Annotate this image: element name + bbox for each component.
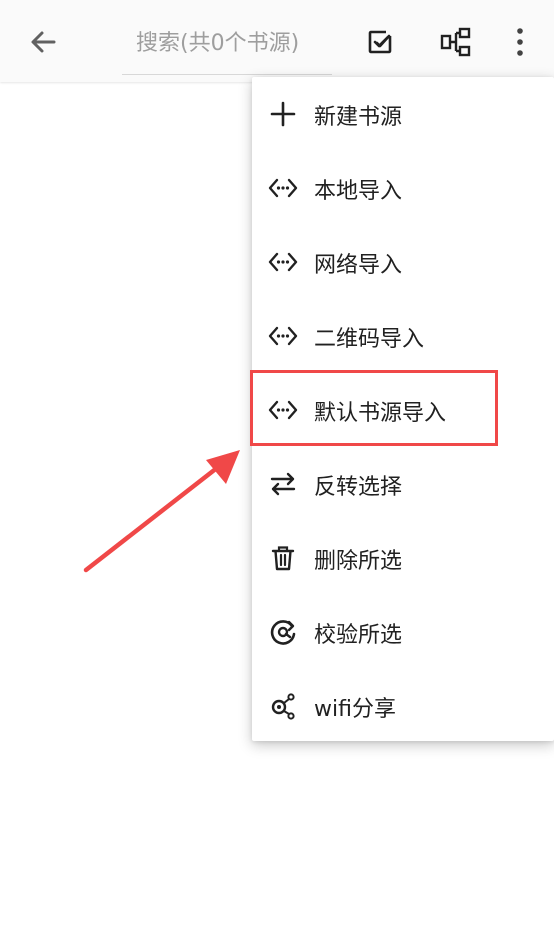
menu-item-invert-selection[interactable]: 反转选择	[252, 447, 554, 521]
code-import-icon	[268, 174, 298, 202]
code-import-icon	[268, 322, 298, 350]
code-import-icon	[268, 248, 298, 276]
menu-item-new-source[interactable]: 新建书源	[252, 77, 554, 151]
more-vert-icon[interactable]	[500, 22, 540, 62]
search-placeholder: 搜索(共0个书源)	[136, 31, 300, 56]
menu-item-wifi-share[interactable]: wifi分享	[252, 669, 554, 743]
search-input[interactable]: 搜索(共0个书源)	[122, 0, 332, 78]
menu-item-label: wifi分享	[314, 697, 396, 722]
trash-icon	[268, 544, 298, 572]
share-icon	[268, 692, 298, 720]
menu-item-label: 反转选择	[314, 475, 403, 500]
menu-item-label: 删除所选	[314, 549, 403, 574]
check-source-icon	[268, 618, 298, 646]
search-underline	[122, 74, 332, 75]
highlight-box	[250, 370, 498, 446]
menu-item-label: 网络导入	[314, 253, 403, 278]
menu-item-check-selected[interactable]: 校验所选	[252, 595, 554, 669]
menu-item-label: 新建书源	[314, 105, 403, 130]
swap-icon	[268, 470, 298, 498]
menu-item-local-import[interactable]: 本地导入	[252, 151, 554, 225]
menu-item-delete-selected[interactable]: 删除所选	[252, 521, 554, 595]
menu-item-network-import[interactable]: 网络导入	[252, 225, 554, 299]
group-icon[interactable]	[436, 22, 476, 62]
plus-icon	[268, 100, 298, 128]
menu-item-label: 本地导入	[314, 179, 403, 204]
back-arrow-icon[interactable]	[24, 22, 64, 62]
menu-item-label: 校验所选	[314, 623, 403, 648]
menu-item-label: 二维码导入	[314, 327, 425, 352]
select-all-icon[interactable]	[360, 22, 400, 62]
menu-item-qrcode-import[interactable]: 二维码导入	[252, 299, 554, 373]
app-toolbar: 搜索(共0个书源)	[0, 0, 554, 82]
